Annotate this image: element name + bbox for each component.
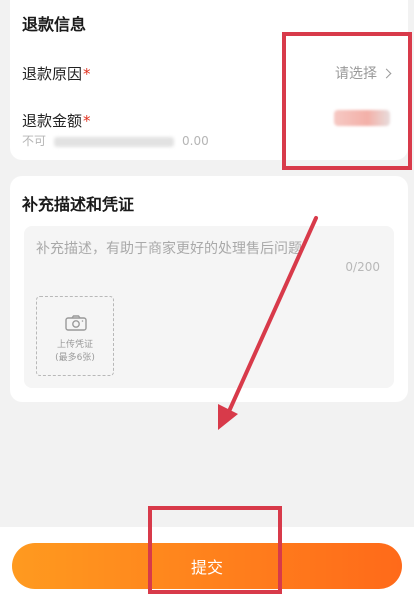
upload-hint: (最多6张) [55,353,95,363]
refund-reason-label: 退款原因* [22,63,91,84]
description-title: 补充描述和凭证 [22,195,135,214]
description-input[interactable]: 补充描述，有助于商家更好的处理售后问题 0/200 上传凭证 (最多6张) [24,226,394,388]
chevron-right-icon [381,68,392,78]
required-mark: * [83,65,91,83]
refund-note-prefix: 不可 [22,134,47,148]
upload-label: 上传凭证 [56,340,93,350]
refund-note-amount: 0.00 [182,134,209,148]
upload-evidence-button[interactable]: 上传凭证 (最多6张) [36,296,114,376]
description-placeholder: 补充描述，有助于商家更好的处理售后问题 [36,241,302,257]
refund-reason-placeholder: 请选择 [335,66,377,82]
refund-info-card: 退款信息 退款原因* 请选择 退款金额* 不可 0.00 [10,0,408,160]
refund-reason-select[interactable]: 请选择 [335,63,392,83]
required-mark: * [83,112,91,130]
refund-amount-note: 不可 0.00 [22,132,209,149]
refund-amount-label: 退款金额* [22,110,91,131]
redacted-text [54,136,175,147]
refund-info-title: 退款信息 [22,15,87,34]
refund-amount-label-text: 退款金额 [22,112,83,130]
description-card: 补充描述和凭证 补充描述，有助于商家更好的处理售后问题 0/200 上传凭证 (… [10,176,408,402]
refund-reason-label-text: 退款原因 [22,65,83,83]
refund-amount-value-redacted [334,110,390,126]
description-char-counter: 0/200 [345,260,380,274]
submit-button[interactable]: 提交 [12,543,402,589]
camera-icon [65,315,87,331]
